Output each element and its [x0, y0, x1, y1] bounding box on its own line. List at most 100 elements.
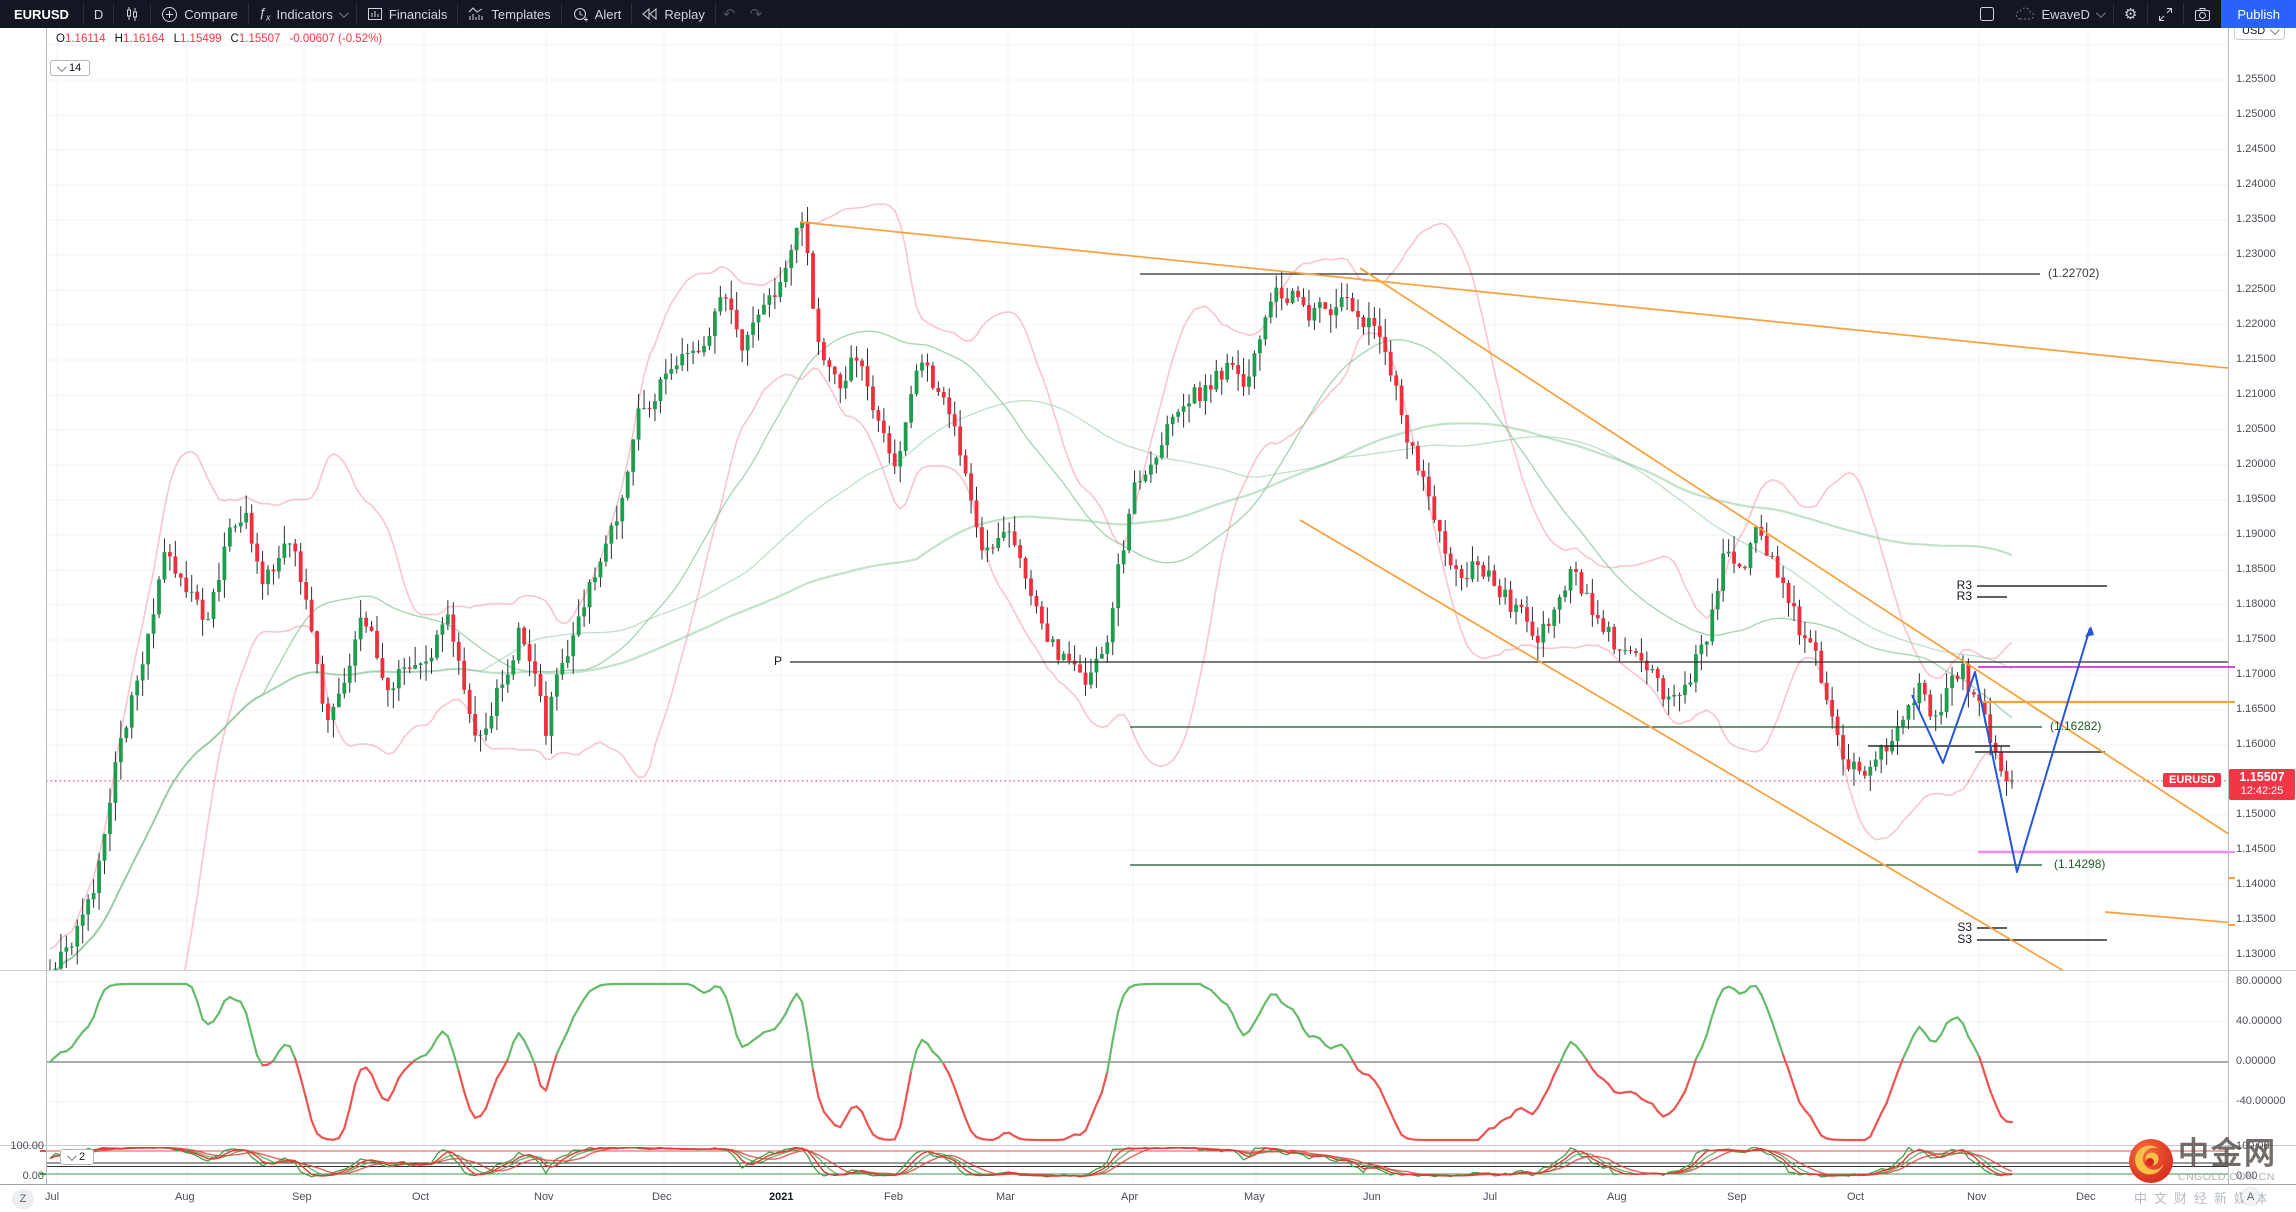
close-value: 1.15507: [239, 33, 281, 45]
price-tick: 1.19000: [2236, 528, 2276, 540]
last-price-symbol-tag: EURUSD: [2163, 773, 2221, 787]
osc-tick: -40.00000: [2236, 1095, 2286, 1107]
layout-panel-icon: [1979, 6, 1995, 22]
time-tick: Jun: [1363, 1191, 1381, 1203]
chevron-down-icon: [67, 1151, 77, 1161]
time-tick: Oct: [1847, 1191, 1864, 1203]
time-tick: Jul: [45, 1191, 59, 1203]
drawing-label[interactable]: (1.16282): [2050, 719, 2101, 733]
time-tick: Nov: [534, 1191, 554, 1203]
fullscreen-button[interactable]: [2148, 0, 2183, 28]
price-tick: 1.18000: [2236, 598, 2276, 610]
stoch-tick-left: 0.00: [23, 1170, 44, 1182]
financials-button[interactable]: Financials: [357, 0, 458, 28]
osc-tick: 40.00000: [2236, 1015, 2282, 1027]
account-name-label: EwaveD: [2041, 7, 2089, 22]
price-tick: 1.22000: [2236, 318, 2276, 330]
timezone-button[interactable]: Z: [12, 1189, 34, 1209]
drawing-label[interactable]: (1.22702): [2048, 266, 2099, 280]
time-tick: Dec: [652, 1191, 672, 1203]
indicators-label: Indicators: [277, 7, 333, 22]
symbol-button[interactable]: EURUSD: [0, 7, 83, 22]
indicators-button[interactable]: ƒx Indicators: [249, 0, 356, 28]
chevron-down-icon: [57, 62, 67, 72]
stoch-tick: 0.00: [2236, 1170, 2257, 1182]
price-tick: 1.13000: [2236, 948, 2276, 960]
high-label: H: [115, 33, 123, 45]
last-price-value: 1.15507: [2229, 770, 2295, 785]
drawing-label[interactable]: P: [774, 654, 782, 668]
time-tick: Nov: [1967, 1191, 1987, 1203]
time-tick: Mar: [996, 1191, 1015, 1203]
high-value: 1.16164: [123, 33, 165, 45]
price-tick: 1.25500: [2236, 73, 2276, 85]
cloud-account-button[interactable]: EwaveD: [2005, 0, 2112, 28]
alert-button[interactable]: Alert: [562, 0, 632, 28]
price-tick: 1.17000: [2236, 668, 2276, 680]
indicators-collapse-button[interactable]: 14: [50, 60, 90, 76]
compare-label: Compare: [184, 7, 237, 22]
stoch-collapse-button[interactable]: 2: [60, 1149, 94, 1165]
price-tick: 1.18500: [2236, 563, 2276, 575]
chart-canvas[interactable]: [0, 0, 2296, 1212]
undo-button[interactable]: ↶: [716, 5, 743, 23]
alert-label: Alert: [595, 7, 622, 22]
replay-button[interactable]: Replay: [632, 0, 714, 28]
gear-icon: ⚙: [2124, 5, 2137, 23]
ohlc-legend: O1.16114 H1.16164 L1.15499 C1.15507 -0.0…: [56, 33, 382, 45]
publish-button[interactable]: Publish: [2221, 0, 2296, 28]
bar-countdown: 12:42:25: [2229, 785, 2295, 798]
accessibility-badge[interactable]: A: [2242, 1188, 2259, 1205]
compare-plus-icon: [161, 6, 178, 23]
layout-button[interactable]: [1969, 0, 2005, 28]
alert-clock-icon: [572, 6, 589, 23]
templates-icon: [468, 6, 485, 22]
chart-type-button[interactable]: [114, 0, 150, 28]
cloud-icon: [2015, 7, 2035, 21]
stoch-tick: 100.00: [2236, 1140, 2270, 1152]
price-tick: 1.17500: [2236, 633, 2276, 645]
time-tick: Jul: [1483, 1191, 1497, 1203]
redo-button[interactable]: ↷: [742, 5, 769, 23]
compare-button[interactable]: Compare: [151, 0, 247, 28]
low-value: 1.15499: [180, 33, 222, 45]
price-tick: 1.16500: [2236, 703, 2276, 715]
price-tick: 1.14000: [2236, 878, 2276, 890]
time-tick: Sep: [1727, 1191, 1747, 1203]
open-value: 1.16114: [65, 33, 106, 45]
open-label: O: [56, 33, 65, 45]
close-label: C: [231, 33, 239, 45]
price-tick: 1.19500: [2236, 493, 2276, 505]
drawing-label[interactable]: (1.14298): [2054, 857, 2105, 871]
stoch-tick-left: 100.00: [10, 1140, 44, 1152]
price-tick: 1.23500: [2236, 213, 2276, 225]
financials-icon: [367, 6, 383, 22]
price-tick: 1.21000: [2236, 388, 2276, 400]
change-value: -0.00607 (-0.52%): [289, 33, 382, 45]
replay-icon: [642, 7, 658, 21]
screenshot-button[interactable]: [2184, 0, 2221, 28]
replay-label: Replay: [664, 7, 704, 22]
osc-tick: 80.00000: [2236, 975, 2282, 987]
time-tick: Oct: [412, 1191, 429, 1203]
time-tick: Sep: [292, 1191, 312, 1203]
time-tick: Aug: [175, 1191, 195, 1203]
price-tick: 1.23000: [2236, 248, 2276, 260]
time-tick: Apr: [1121, 1191, 1138, 1203]
stoch-indicators-count: 2: [79, 1151, 85, 1163]
price-tick: 1.24500: [2236, 143, 2276, 155]
interval-button[interactable]: D: [84, 0, 113, 28]
candlestick-icon: [124, 6, 140, 22]
drawing-label[interactable]: S3: [1957, 932, 1972, 946]
templates-label: Templates: [491, 7, 550, 22]
drawing-label[interactable]: R3: [1957, 589, 1972, 603]
price-tick: 1.22500: [2236, 283, 2276, 295]
templates-button[interactable]: Templates: [458, 0, 560, 28]
time-tick: 2021: [769, 1191, 793, 1203]
chevron-down-icon: [339, 8, 349, 18]
tradingview-chart-window: EURUSD D Compare ƒx Indicators Financial…: [0, 0, 2296, 1212]
time-tick: May: [1244, 1191, 1265, 1203]
price-tick: 1.15000: [2236, 808, 2276, 820]
settings-button[interactable]: ⚙: [2114, 0, 2147, 28]
financials-label: Financials: [389, 7, 448, 22]
